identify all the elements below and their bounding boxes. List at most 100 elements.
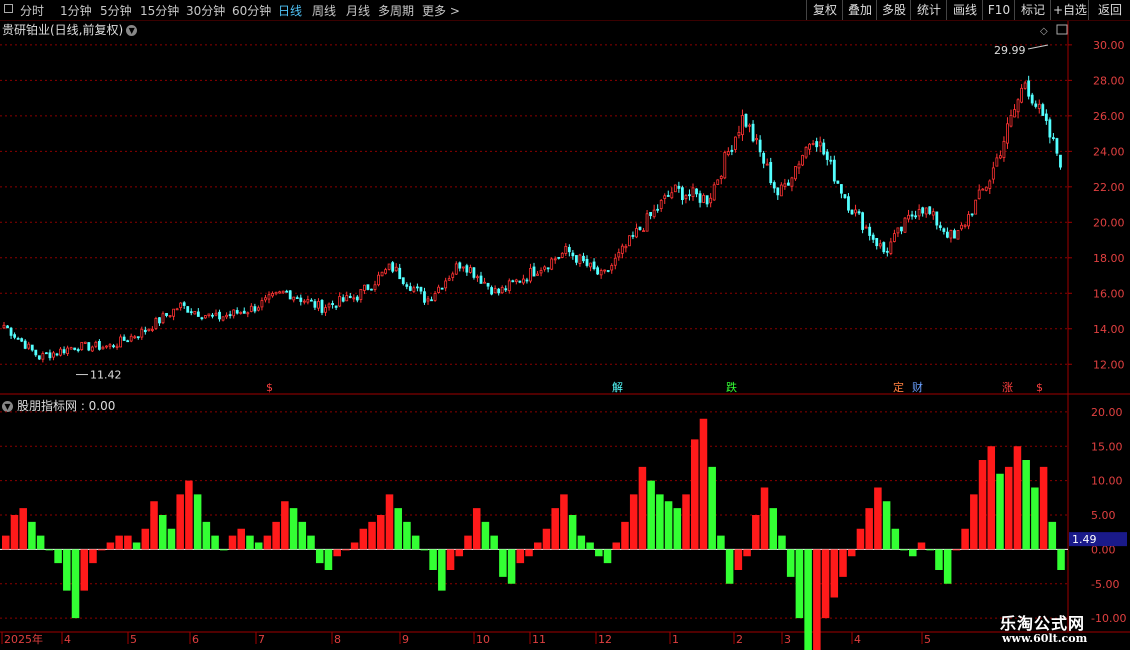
candle-body — [476, 276, 479, 279]
candle-body — [628, 235, 631, 247]
indicator-bar — [804, 549, 812, 650]
candle-body — [147, 328, 151, 332]
candle-body — [514, 279, 518, 282]
candle-body — [37, 355, 41, 360]
watermark-title: 乐淘公式网 — [1000, 614, 1086, 633]
candle-body — [776, 187, 780, 196]
indicator-bar — [760, 487, 769, 550]
indicator-bar — [882, 501, 891, 550]
indicator-tick-label: -10.00 — [1091, 612, 1126, 625]
indicator-bar — [1039, 466, 1048, 550]
candle-body — [1027, 80, 1031, 97]
candle-body — [991, 167, 995, 180]
indicator-bar — [743, 549, 751, 557]
candle-body — [1052, 137, 1055, 140]
indicator-bar — [228, 535, 237, 550]
candle-body — [483, 281, 486, 284]
candle-body — [108, 344, 112, 347]
candle-body — [76, 349, 80, 352]
indicator-bar — [446, 549, 455, 570]
candle-body — [168, 315, 172, 317]
indicator-bar — [394, 508, 402, 550]
indicator-bar — [472, 508, 481, 550]
indicator-bar — [141, 528, 150, 550]
candle-body — [840, 184, 843, 194]
candle-body — [461, 266, 465, 269]
candle-body — [889, 241, 893, 254]
candle-body — [656, 208, 660, 211]
candle-body — [924, 207, 928, 215]
candle-body — [55, 353, 59, 356]
candle-body — [377, 274, 380, 286]
candle-body — [408, 286, 412, 291]
watermark-url: www.60lt.com — [1002, 632, 1088, 645]
indicator-bar — [534, 542, 542, 550]
candle-body — [928, 206, 932, 214]
candle-body — [769, 162, 773, 184]
indicator-bar — [612, 542, 621, 550]
candle-body — [338, 296, 342, 307]
indicator-bar — [490, 535, 498, 550]
event-marker: $ — [1036, 381, 1043, 394]
candle-body — [801, 154, 804, 166]
candle-body — [522, 278, 525, 284]
candle-body — [592, 261, 596, 270]
indicator-bar — [690, 439, 699, 550]
candle-body — [232, 309, 236, 317]
indicator-bar — [324, 549, 333, 570]
current-value-label: 1.49 — [1072, 533, 1097, 546]
candle-body — [518, 280, 522, 283]
price-tick-label: 14.00 — [1093, 323, 1125, 336]
indicator-bar — [586, 542, 594, 550]
price-tick-label: 28.00 — [1093, 74, 1125, 87]
indicator-bar — [124, 535, 132, 550]
candle-body — [871, 234, 875, 240]
candle-body — [885, 250, 889, 253]
indicator-bar — [1013, 446, 1022, 550]
candle-body — [790, 177, 794, 187]
candle-body — [910, 214, 914, 217]
candle-body — [115, 345, 119, 348]
candle-body — [140, 328, 144, 338]
indicator-bar — [36, 535, 45, 550]
candle-body — [613, 257, 617, 266]
candle-body — [723, 152, 727, 179]
candle-body — [221, 316, 225, 321]
indicator-bar — [429, 549, 437, 570]
candle-body — [52, 352, 55, 358]
candle-body — [327, 303, 331, 308]
indicator-bar — [237, 528, 245, 550]
candle-body — [938, 225, 942, 228]
candle-body — [1048, 119, 1052, 138]
candle-body — [695, 188, 698, 195]
candle-body — [260, 300, 264, 308]
candle-body — [348, 295, 352, 299]
indicator-bar — [516, 549, 525, 564]
date-label: 3 — [784, 633, 791, 646]
candle-body — [285, 290, 289, 293]
candle-body — [345, 295, 349, 302]
indicator-bar — [961, 528, 969, 550]
candle-body — [811, 142, 815, 145]
candle-body — [218, 311, 221, 320]
candle-body — [267, 294, 271, 300]
candle-body — [500, 287, 504, 294]
candle-body — [589, 262, 592, 268]
indicator-bar — [839, 549, 847, 577]
candle-body — [373, 284, 377, 290]
candle-body — [794, 166, 797, 180]
indicator-bar — [795, 549, 804, 619]
indicator-bar — [987, 446, 996, 550]
candle-body — [999, 155, 1002, 159]
candle-body — [575, 255, 578, 263]
candle-body — [960, 224, 963, 230]
candle-body — [893, 233, 896, 242]
candle-body — [815, 141, 819, 148]
candle-body — [2, 324, 6, 329]
indicator-bar — [847, 549, 856, 557]
indicator-bar — [970, 494, 978, 550]
indicator-bar — [63, 549, 71, 591]
candle-body — [341, 297, 345, 302]
indicator-bar — [167, 528, 176, 550]
candle-body — [953, 230, 956, 239]
